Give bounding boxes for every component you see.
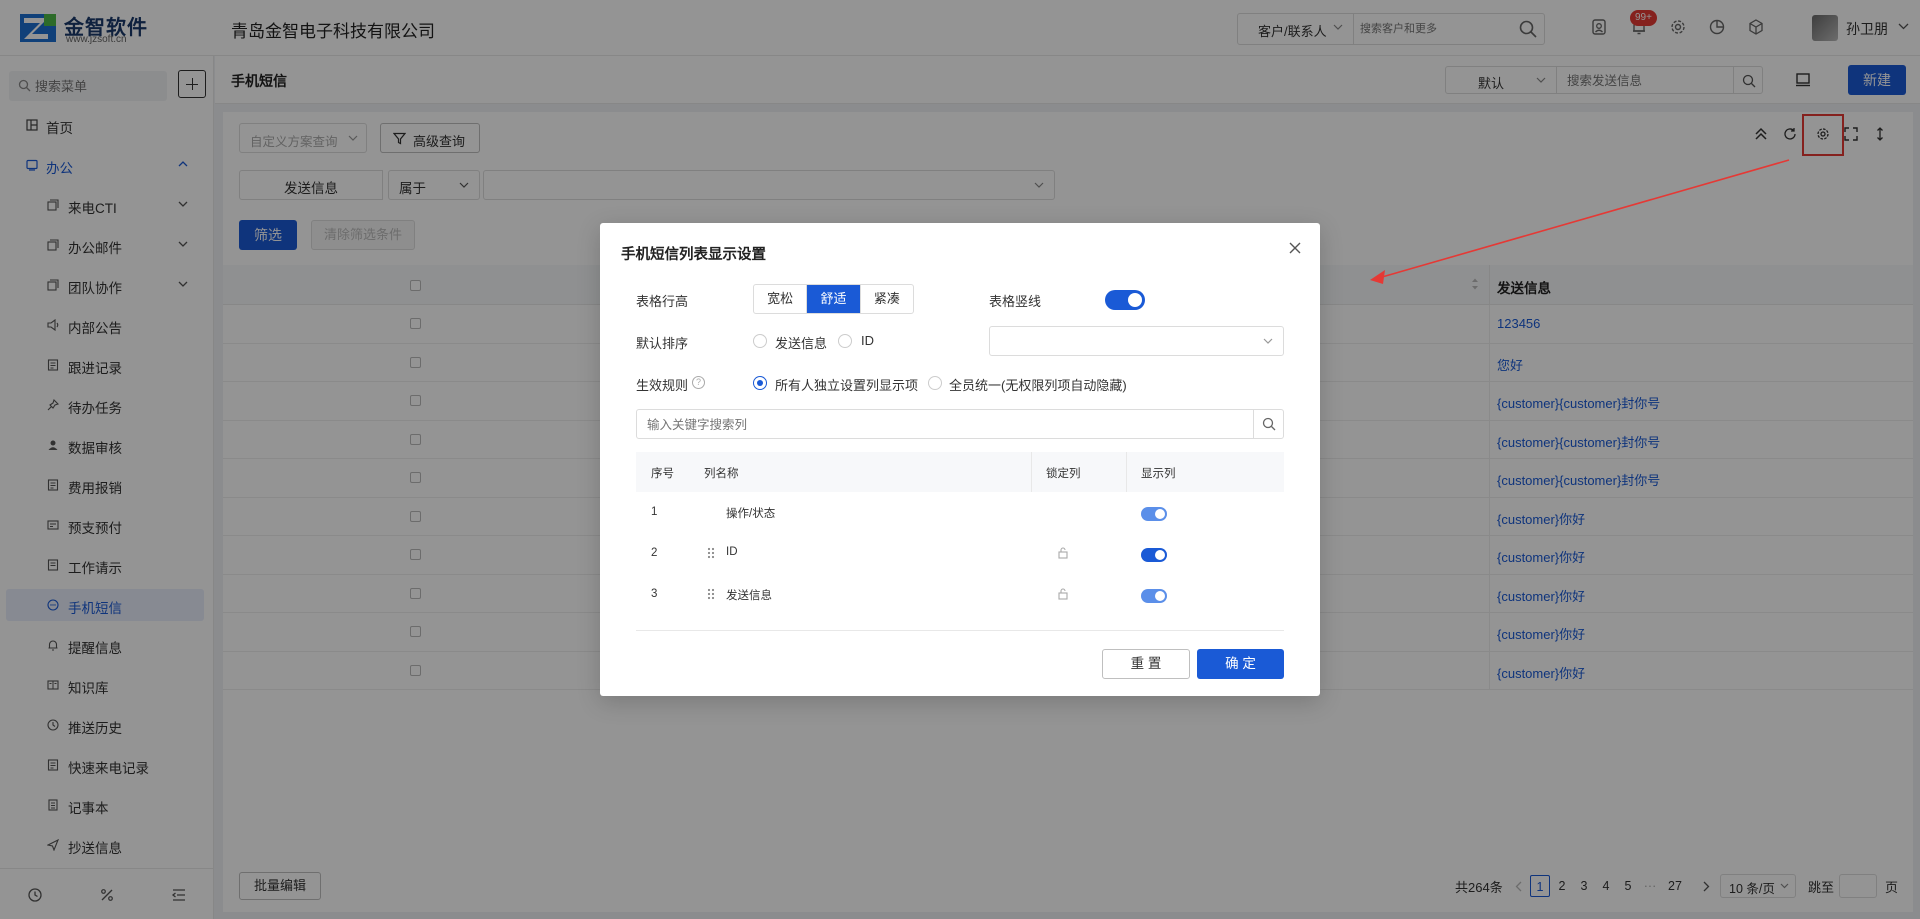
column-row: 2 ID <box>636 534 1284 574</box>
chevron-down-icon <box>1263 338 1273 344</box>
rule-option-unified[interactable]: 全员统一(无权限列项自动隐藏) <box>949 375 1127 394</box>
vertical-lines-toggle[interactable] <box>1105 290 1145 310</box>
column-search <box>636 409 1284 439</box>
row-height-label: 表格行高 <box>636 294 689 309</box>
column-search-button[interactable] <box>1253 410 1283 438</box>
column-search-input[interactable] <box>647 415 1207 435</box>
col-header-name: 列名称 <box>704 468 739 480</box>
row-height-segmented: 宽松 舒适 紧凑 <box>753 284 914 314</box>
row-height-compact[interactable]: 紧凑 <box>859 285 913 313</box>
dialog-title: 手机短信列表显示设置 <box>621 247 766 263</box>
column-row: 1 操作/状态 <box>636 493 1284 533</box>
rule-radio-individual[interactable] <box>753 376 767 390</box>
col-header-lock: 锁定列 <box>1046 468 1081 480</box>
reset-button[interactable]: 重 置 <box>1102 649 1190 679</box>
confirm-button[interactable]: 确 定 <box>1197 649 1284 679</box>
row-height-comfortable[interactable]: 舒适 <box>806 285 860 313</box>
rule-label: 生效规则 <box>636 378 689 393</box>
column-row-no: 3 <box>651 588 658 600</box>
close-icon[interactable] <box>1288 241 1302 255</box>
column-settings-dialog: 手机短信列表显示设置 表格行高 宽松 舒适 紧凑 表格竖线 默认排序 发送信息 … <box>600 223 1320 696</box>
column-divider <box>1126 452 1127 492</box>
col-header-no: 序号 <box>651 468 674 480</box>
drag-handle-icon[interactable] <box>707 547 715 559</box>
sort-direction-select[interactable] <box>989 326 1284 356</box>
sort-option-send[interactable]: 发送信息 <box>775 333 827 352</box>
help-icon[interactable]: ? <box>692 376 705 389</box>
col-header-show: 显示列 <box>1141 468 1176 480</box>
column-table-header: 序号 列名称 锁定列 显示列 <box>636 452 1284 492</box>
column-row-name: 发送信息 <box>726 590 772 602</box>
dialog-divider <box>636 630 1284 631</box>
show-column-toggle[interactable] <box>1141 507 1167 521</box>
rule-option-individual[interactable]: 所有人独立设置列显示项 <box>775 375 918 394</box>
column-row: 3 发送信息 <box>636 575 1284 615</box>
vertical-lines-label: 表格竖线 <box>989 294 1042 309</box>
drag-handle-icon[interactable] <box>707 588 715 600</box>
rule-radio-unified[interactable] <box>928 376 942 390</box>
search-icon <box>1262 417 1276 431</box>
show-column-toggle[interactable] <box>1141 548 1167 562</box>
unlock-icon[interactable] <box>1057 587 1069 600</box>
unlock-icon[interactable] <box>1057 546 1069 559</box>
row-height-loose[interactable]: 宽松 <box>754 285 806 313</box>
column-row-name: ID <box>726 546 738 558</box>
show-column-toggle[interactable] <box>1141 589 1167 603</box>
column-row-no: 1 <box>651 506 658 518</box>
sort-radio-id[interactable] <box>838 334 852 348</box>
column-row-no: 2 <box>651 547 658 559</box>
default-sort-label: 默认排序 <box>636 336 689 351</box>
sort-option-id[interactable]: ID <box>861 333 874 348</box>
sort-radio-send[interactable] <box>753 334 767 348</box>
column-divider <box>1031 452 1032 492</box>
column-row-name: 操作/状态 <box>726 508 776 520</box>
